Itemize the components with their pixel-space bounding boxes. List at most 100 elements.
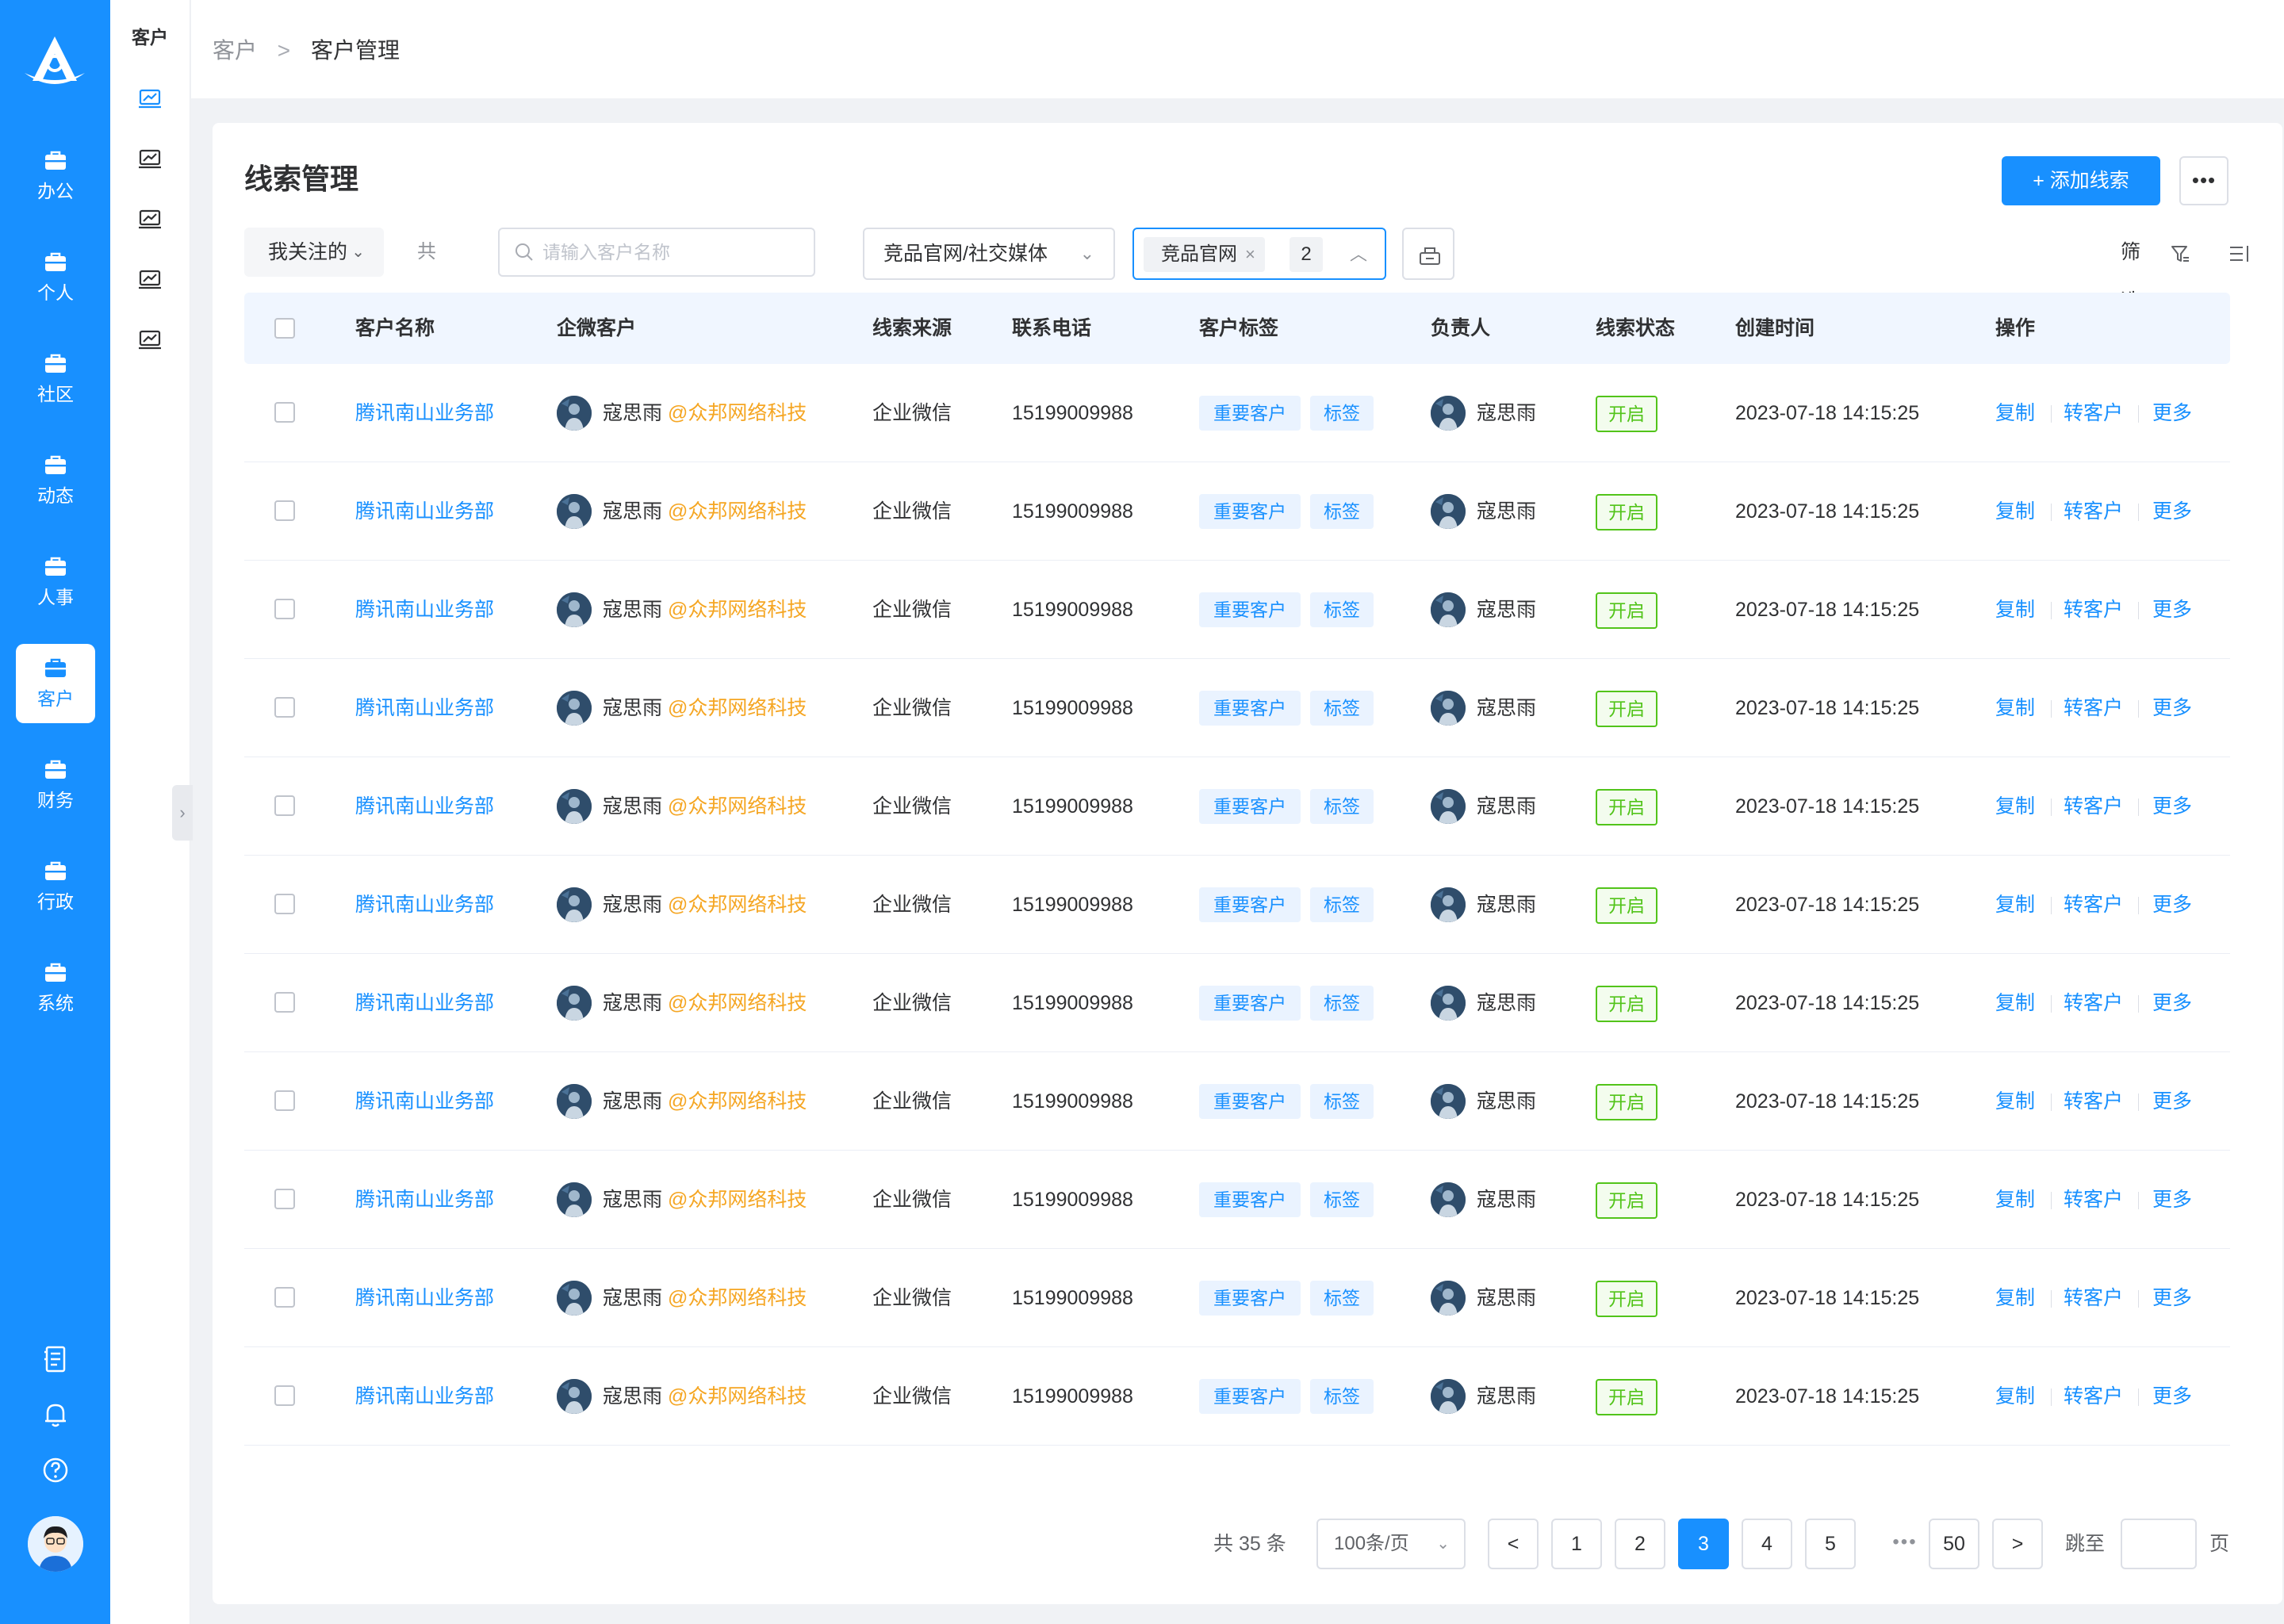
source-select[interactable]: 竞品官网/社交媒体 ⌄	[863, 228, 1115, 280]
copy-link[interactable]: 复制	[1995, 1052, 2035, 1151]
row-checkbox[interactable]	[274, 795, 295, 816]
nav-item[interactable]: 系统	[16, 948, 95, 1028]
document-icon[interactable]	[40, 1343, 71, 1375]
nav-item[interactable]: 财务	[16, 745, 95, 825]
convert-customer-link[interactable]: 转客户	[2064, 757, 2123, 856]
page-button[interactable]: 4	[1742, 1519, 1792, 1569]
customer-name-link[interactable]: 腾讯南山业务部	[355, 1249, 494, 1347]
customer-name-link[interactable]: 腾讯南山业务部	[355, 856, 494, 954]
copy-link[interactable]: 复制	[1995, 1249, 2035, 1347]
page-button-last[interactable]: 50	[1929, 1519, 1979, 1569]
row-checkbox[interactable]	[274, 402, 295, 423]
nav-item[interactable]: 客户	[16, 644, 95, 723]
row-checkbox[interactable]	[274, 1385, 295, 1406]
header-owner[interactable]: 负责人	[1431, 293, 1490, 364]
header-wechat-customer[interactable]: 企微客户	[557, 293, 636, 364]
chart-icon[interactable]	[134, 143, 166, 174]
header-phone[interactable]: 联系电话	[1012, 293, 1091, 364]
convert-customer-link[interactable]: 转客户	[2064, 1249, 2123, 1347]
page-button[interactable]: 1	[1551, 1519, 1602, 1569]
chart-icon[interactable]	[134, 324, 166, 355]
customer-name-link[interactable]: 腾讯南山业务部	[355, 1052, 494, 1151]
nav-item[interactable]: 动态	[16, 441, 95, 520]
chart-icon[interactable]	[134, 203, 166, 235]
nav-item[interactable]: 社区	[16, 339, 95, 419]
customer-name-link[interactable]: 腾讯南山业务部	[355, 954, 494, 1052]
chart-icon[interactable]	[134, 263, 166, 295]
user-avatar[interactable]	[28, 1516, 83, 1572]
copy-link[interactable]: 复制	[1995, 364, 2035, 462]
copy-link[interactable]: 复制	[1995, 1151, 2035, 1249]
select-all-checkbox[interactable]	[274, 318, 295, 339]
page-button[interactable]: 3	[1678, 1519, 1729, 1569]
row-checkbox[interactable]	[274, 697, 295, 718]
more-link[interactable]: 更多	[2152, 954, 2192, 1052]
jump-page-input[interactable]	[2121, 1519, 2197, 1569]
nav-item[interactable]: 办公	[16, 136, 95, 216]
convert-customer-link[interactable]: 转客户	[2064, 364, 2123, 462]
help-icon[interactable]	[40, 1454, 71, 1486]
chart-icon[interactable]	[134, 82, 166, 114]
nav-item[interactable]: 人事	[16, 542, 95, 622]
convert-customer-link[interactable]: 转客户	[2064, 659, 2123, 757]
row-checkbox[interactable]	[274, 1090, 295, 1111]
customer-name-link[interactable]: 腾讯南山业务部	[355, 1347, 494, 1446]
customer-name-link[interactable]: 腾讯南山业务部	[355, 462, 494, 561]
convert-customer-link[interactable]: 转客户	[2064, 1052, 2123, 1151]
more-link[interactable]: 更多	[2152, 856, 2192, 954]
header-lead-status[interactable]: 线索状态	[1596, 293, 1675, 364]
filter-icon[interactable]	[2170, 243, 2190, 264]
convert-customer-link[interactable]: 转客户	[2064, 462, 2123, 561]
more-link[interactable]: 更多	[2152, 561, 2192, 659]
convert-customer-link[interactable]: 转客户	[2064, 954, 2123, 1052]
nav-item[interactable]: 个人	[16, 238, 95, 317]
row-checkbox[interactable]	[274, 992, 295, 1013]
more-link[interactable]: 更多	[2152, 1151, 2192, 1249]
customer-search-input[interactable]: 请输入客户名称	[498, 228, 815, 277]
row-checkbox[interactable]	[274, 1287, 295, 1308]
page-button[interactable]: 2	[1615, 1519, 1665, 1569]
header-lead-source[interactable]: 线索来源	[872, 293, 952, 364]
page-button[interactable]: 5	[1805, 1519, 1856, 1569]
add-lead-button[interactable]: + 添加线索	[2002, 156, 2160, 205]
tag-multiselect[interactable]: 竞品官网 × 2 ︿	[1132, 228, 1386, 280]
more-link[interactable]: 更多	[2152, 1052, 2192, 1151]
more-actions-button[interactable]: •••	[2179, 156, 2228, 205]
nav-item[interactable]: 行政	[16, 847, 95, 926]
export-button[interactable]	[1402, 228, 1454, 280]
copy-link[interactable]: 复制	[1995, 561, 2035, 659]
customer-name-link[interactable]: 腾讯南山业务部	[355, 1151, 494, 1249]
header-customer-tags[interactable]: 客户标签	[1199, 293, 1278, 364]
convert-customer-link[interactable]: 转客户	[2064, 1151, 2123, 1249]
header-customer-name[interactable]: 客户名称	[355, 293, 435, 364]
row-checkbox[interactable]	[274, 599, 295, 619]
collapse-sidebar-handle[interactable]: ›	[172, 785, 193, 841]
convert-customer-link[interactable]: 转客户	[2064, 1347, 2123, 1446]
customer-name-link[interactable]: 腾讯南山业务部	[355, 659, 494, 757]
convert-customer-link[interactable]: 转客户	[2064, 561, 2123, 659]
more-link[interactable]: 更多	[2152, 1347, 2192, 1446]
next-page-button[interactable]: >	[1992, 1519, 2043, 1569]
more-link[interactable]: 更多	[2152, 364, 2192, 462]
customer-name-link[interactable]: 腾讯南山业务部	[355, 561, 494, 659]
copy-link[interactable]: 复制	[1995, 757, 2035, 856]
more-link[interactable]: 更多	[2152, 757, 2192, 856]
copy-link[interactable]: 复制	[1995, 462, 2035, 561]
breadcrumb-parent[interactable]: 客户	[213, 38, 257, 63]
copy-link[interactable]: 复制	[1995, 659, 2035, 757]
header-created-time[interactable]: 创建时间	[1735, 293, 1815, 364]
more-link[interactable]: 更多	[2152, 659, 2192, 757]
chip-close-icon[interactable]: ×	[1245, 244, 1255, 264]
customer-name-link[interactable]: 腾讯南山业务部	[355, 364, 494, 462]
bell-icon[interactable]	[40, 1399, 71, 1431]
prev-page-button[interactable]: <	[1488, 1519, 1539, 1569]
pagination-ellipsis[interactable]: •••	[1881, 1519, 1929, 1566]
row-checkbox[interactable]	[274, 894, 295, 914]
copy-link[interactable]: 复制	[1995, 1347, 2035, 1446]
row-checkbox[interactable]	[274, 500, 295, 521]
row-checkbox[interactable]	[274, 1189, 295, 1209]
follow-select[interactable]: 我关注的 ⌄	[244, 228, 384, 277]
page-size-select[interactable]: 100条/页 ⌄	[1316, 1519, 1466, 1569]
app-logo[interactable]	[21, 32, 88, 95]
copy-link[interactable]: 复制	[1995, 856, 2035, 954]
